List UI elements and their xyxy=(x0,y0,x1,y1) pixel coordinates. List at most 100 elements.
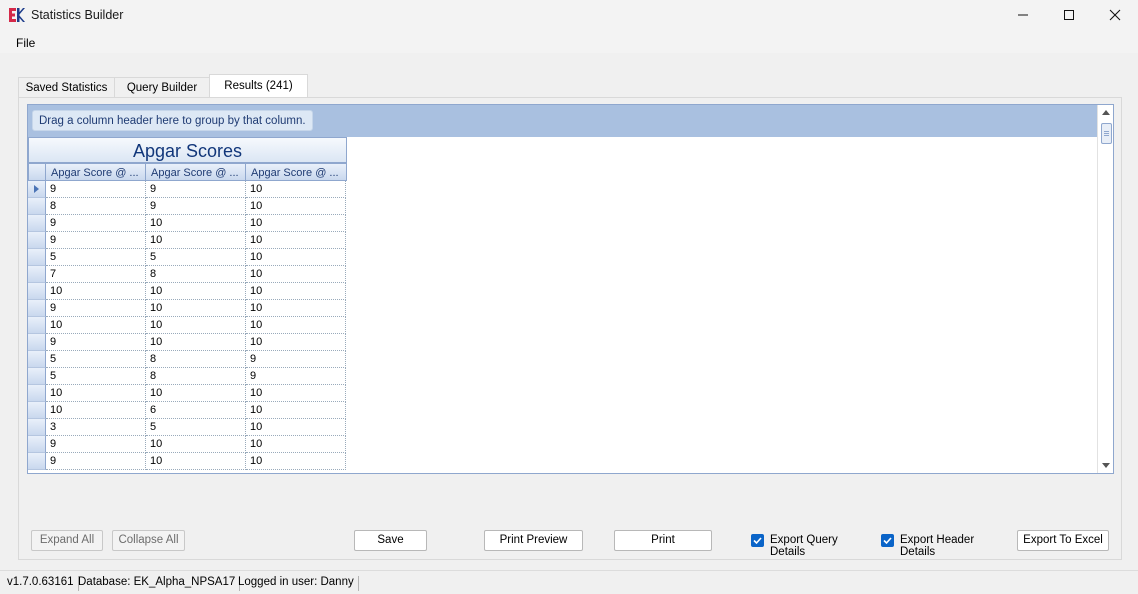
export-query-details-checkbox[interactable]: Export Query Details xyxy=(751,534,871,558)
table-cell[interactable]: 10 xyxy=(246,300,346,317)
table-cell[interactable]: 10 xyxy=(246,249,346,266)
table-cell[interactable]: 10 xyxy=(146,300,246,317)
column-header-apgar-3[interactable]: Apgar Score @ ... xyxy=(246,163,347,181)
table-cell[interactable]: 10 xyxy=(46,402,146,419)
table-cell[interactable]: 5 xyxy=(46,351,146,368)
vertical-scrollbar[interactable] xyxy=(1097,105,1113,473)
table-cell[interactable]: 10 xyxy=(246,334,346,351)
column-header-apgar-1[interactable]: Apgar Score @ ... xyxy=(46,163,146,181)
table-cell[interactable]: 10 xyxy=(146,317,246,334)
table-cell[interactable]: 8 xyxy=(146,351,246,368)
table-cell[interactable]: 10 xyxy=(246,402,346,419)
tab-query-builder[interactable]: Query Builder xyxy=(114,77,210,97)
table-cell[interactable]: 10 xyxy=(246,266,346,283)
row-indicator[interactable] xyxy=(28,351,46,368)
row-indicator[interactable] xyxy=(28,215,46,232)
row-indicator[interactable] xyxy=(28,198,46,215)
table-cell[interactable]: 3 xyxy=(46,419,146,436)
table-cell[interactable]: 10 xyxy=(246,232,346,249)
row-indicator[interactable] xyxy=(28,385,46,402)
table-cell[interactable]: 5 xyxy=(46,368,146,385)
table-row[interactable]: 7 8 10 xyxy=(28,266,347,283)
table-row[interactable]: 10 6 10 xyxy=(28,402,347,419)
close-button[interactable] xyxy=(1092,0,1138,31)
table-row[interactable]: 9 10 10 xyxy=(28,300,347,317)
table-row[interactable]: 8 9 10 xyxy=(28,198,347,215)
row-indicator[interactable] xyxy=(28,402,46,419)
table-cell[interactable]: 5 xyxy=(46,249,146,266)
table-cell[interactable]: 9 xyxy=(146,198,246,215)
export-to-excel-button[interactable]: Export To Excel xyxy=(1017,530,1109,551)
collapse-all-button[interactable]: Collapse All xyxy=(112,530,185,551)
table-cell[interactable]: 10 xyxy=(46,317,146,334)
table-cell[interactable]: 9 xyxy=(46,181,146,198)
table-cell[interactable]: 10 xyxy=(146,453,246,470)
table-cell[interactable]: 9 xyxy=(46,334,146,351)
row-indicator[interactable] xyxy=(28,249,46,266)
row-indicator[interactable] xyxy=(28,368,46,385)
menu-file[interactable]: File xyxy=(16,36,35,50)
table-cell[interactable]: 8 xyxy=(146,266,246,283)
tab-results[interactable]: Results (241) xyxy=(209,74,308,98)
row-indicator[interactable] xyxy=(28,181,46,198)
minimize-button[interactable] xyxy=(1000,0,1046,31)
table-cell[interactable]: 10 xyxy=(246,215,346,232)
row-indicator[interactable] xyxy=(28,436,46,453)
table-cell[interactable]: 8 xyxy=(46,198,146,215)
table-cell[interactable]: 9 xyxy=(46,232,146,249)
table-cell[interactable]: 9 xyxy=(46,453,146,470)
table-cell[interactable]: 10 xyxy=(46,385,146,402)
group-by-panel[interactable]: Drag a column header here to group by th… xyxy=(28,105,1097,137)
table-cell[interactable]: 9 xyxy=(46,436,146,453)
table-cell[interactable]: 10 xyxy=(146,283,246,300)
table-cell[interactable]: 10 xyxy=(46,283,146,300)
row-indicator[interactable] xyxy=(28,283,46,300)
table-row[interactable]: 9 10 10 xyxy=(28,436,347,453)
scroll-up-icon[interactable] xyxy=(1098,105,1114,121)
table-cell[interactable]: 6 xyxy=(146,402,246,419)
row-indicator[interactable] xyxy=(28,453,46,470)
row-indicator[interactable] xyxy=(28,317,46,334)
table-row[interactable]: 5 5 10 xyxy=(28,249,347,266)
table-row[interactable]: 9 10 10 xyxy=(28,215,347,232)
tab-saved-statistics[interactable]: Saved Statistics xyxy=(18,77,115,97)
row-indicator[interactable] xyxy=(28,419,46,436)
table-cell[interactable]: 10 xyxy=(146,334,246,351)
table-cell[interactable]: 9 xyxy=(246,351,346,368)
table-row[interactable]: 589 xyxy=(28,368,347,385)
table-cell[interactable]: 5 xyxy=(146,419,246,436)
table-row[interactable]: 10 10 10 xyxy=(28,283,347,300)
expand-all-button[interactable]: Expand All xyxy=(31,530,103,551)
scroll-down-icon[interactable] xyxy=(1098,457,1114,473)
table-row[interactable]: 9 10 10 xyxy=(28,232,347,249)
table-cell[interactable]: 9 xyxy=(146,181,246,198)
table-cell[interactable]: 8 xyxy=(146,368,246,385)
table-cell[interactable]: 10 xyxy=(146,385,246,402)
table-cell[interactable]: 10 xyxy=(246,385,346,402)
table-cell[interactable]: 10 xyxy=(246,436,346,453)
table-row[interactable]: 10 10 10 xyxy=(28,385,347,402)
export-header-details-checkbox[interactable]: Export Header Details xyxy=(881,534,1011,558)
table-cell[interactable]: 10 xyxy=(246,453,346,470)
print-button[interactable]: Print xyxy=(614,530,712,551)
table-cell[interactable]: 10 xyxy=(246,181,346,198)
table-cell[interactable]: 10 xyxy=(246,419,346,436)
column-header-apgar-2[interactable]: Apgar Score @ ... xyxy=(146,163,246,181)
table-row[interactable]: 3 5 10 xyxy=(28,419,347,436)
scroll-thumb[interactable] xyxy=(1101,123,1112,144)
table-cell[interactable]: 10 xyxy=(146,215,246,232)
table-row[interactable]: 589 xyxy=(28,351,347,368)
table-row[interactable]: 9 10 10 xyxy=(28,334,347,351)
table-cell[interactable]: 7 xyxy=(46,266,146,283)
row-indicator[interactable] xyxy=(28,266,46,283)
row-indicator[interactable] xyxy=(28,300,46,317)
save-button[interactable]: Save xyxy=(354,530,427,551)
table-cell[interactable]: 10 xyxy=(146,232,246,249)
table-row[interactable]: 9 10 10 xyxy=(28,453,347,470)
table-cell[interactable]: 5 xyxy=(146,249,246,266)
table-cell[interactable]: 10 xyxy=(246,198,346,215)
maximize-button[interactable] xyxy=(1046,0,1092,31)
row-indicator[interactable] xyxy=(28,232,46,249)
table-cell[interactable]: 9 xyxy=(46,300,146,317)
table-cell[interactable]: 10 xyxy=(246,283,346,300)
